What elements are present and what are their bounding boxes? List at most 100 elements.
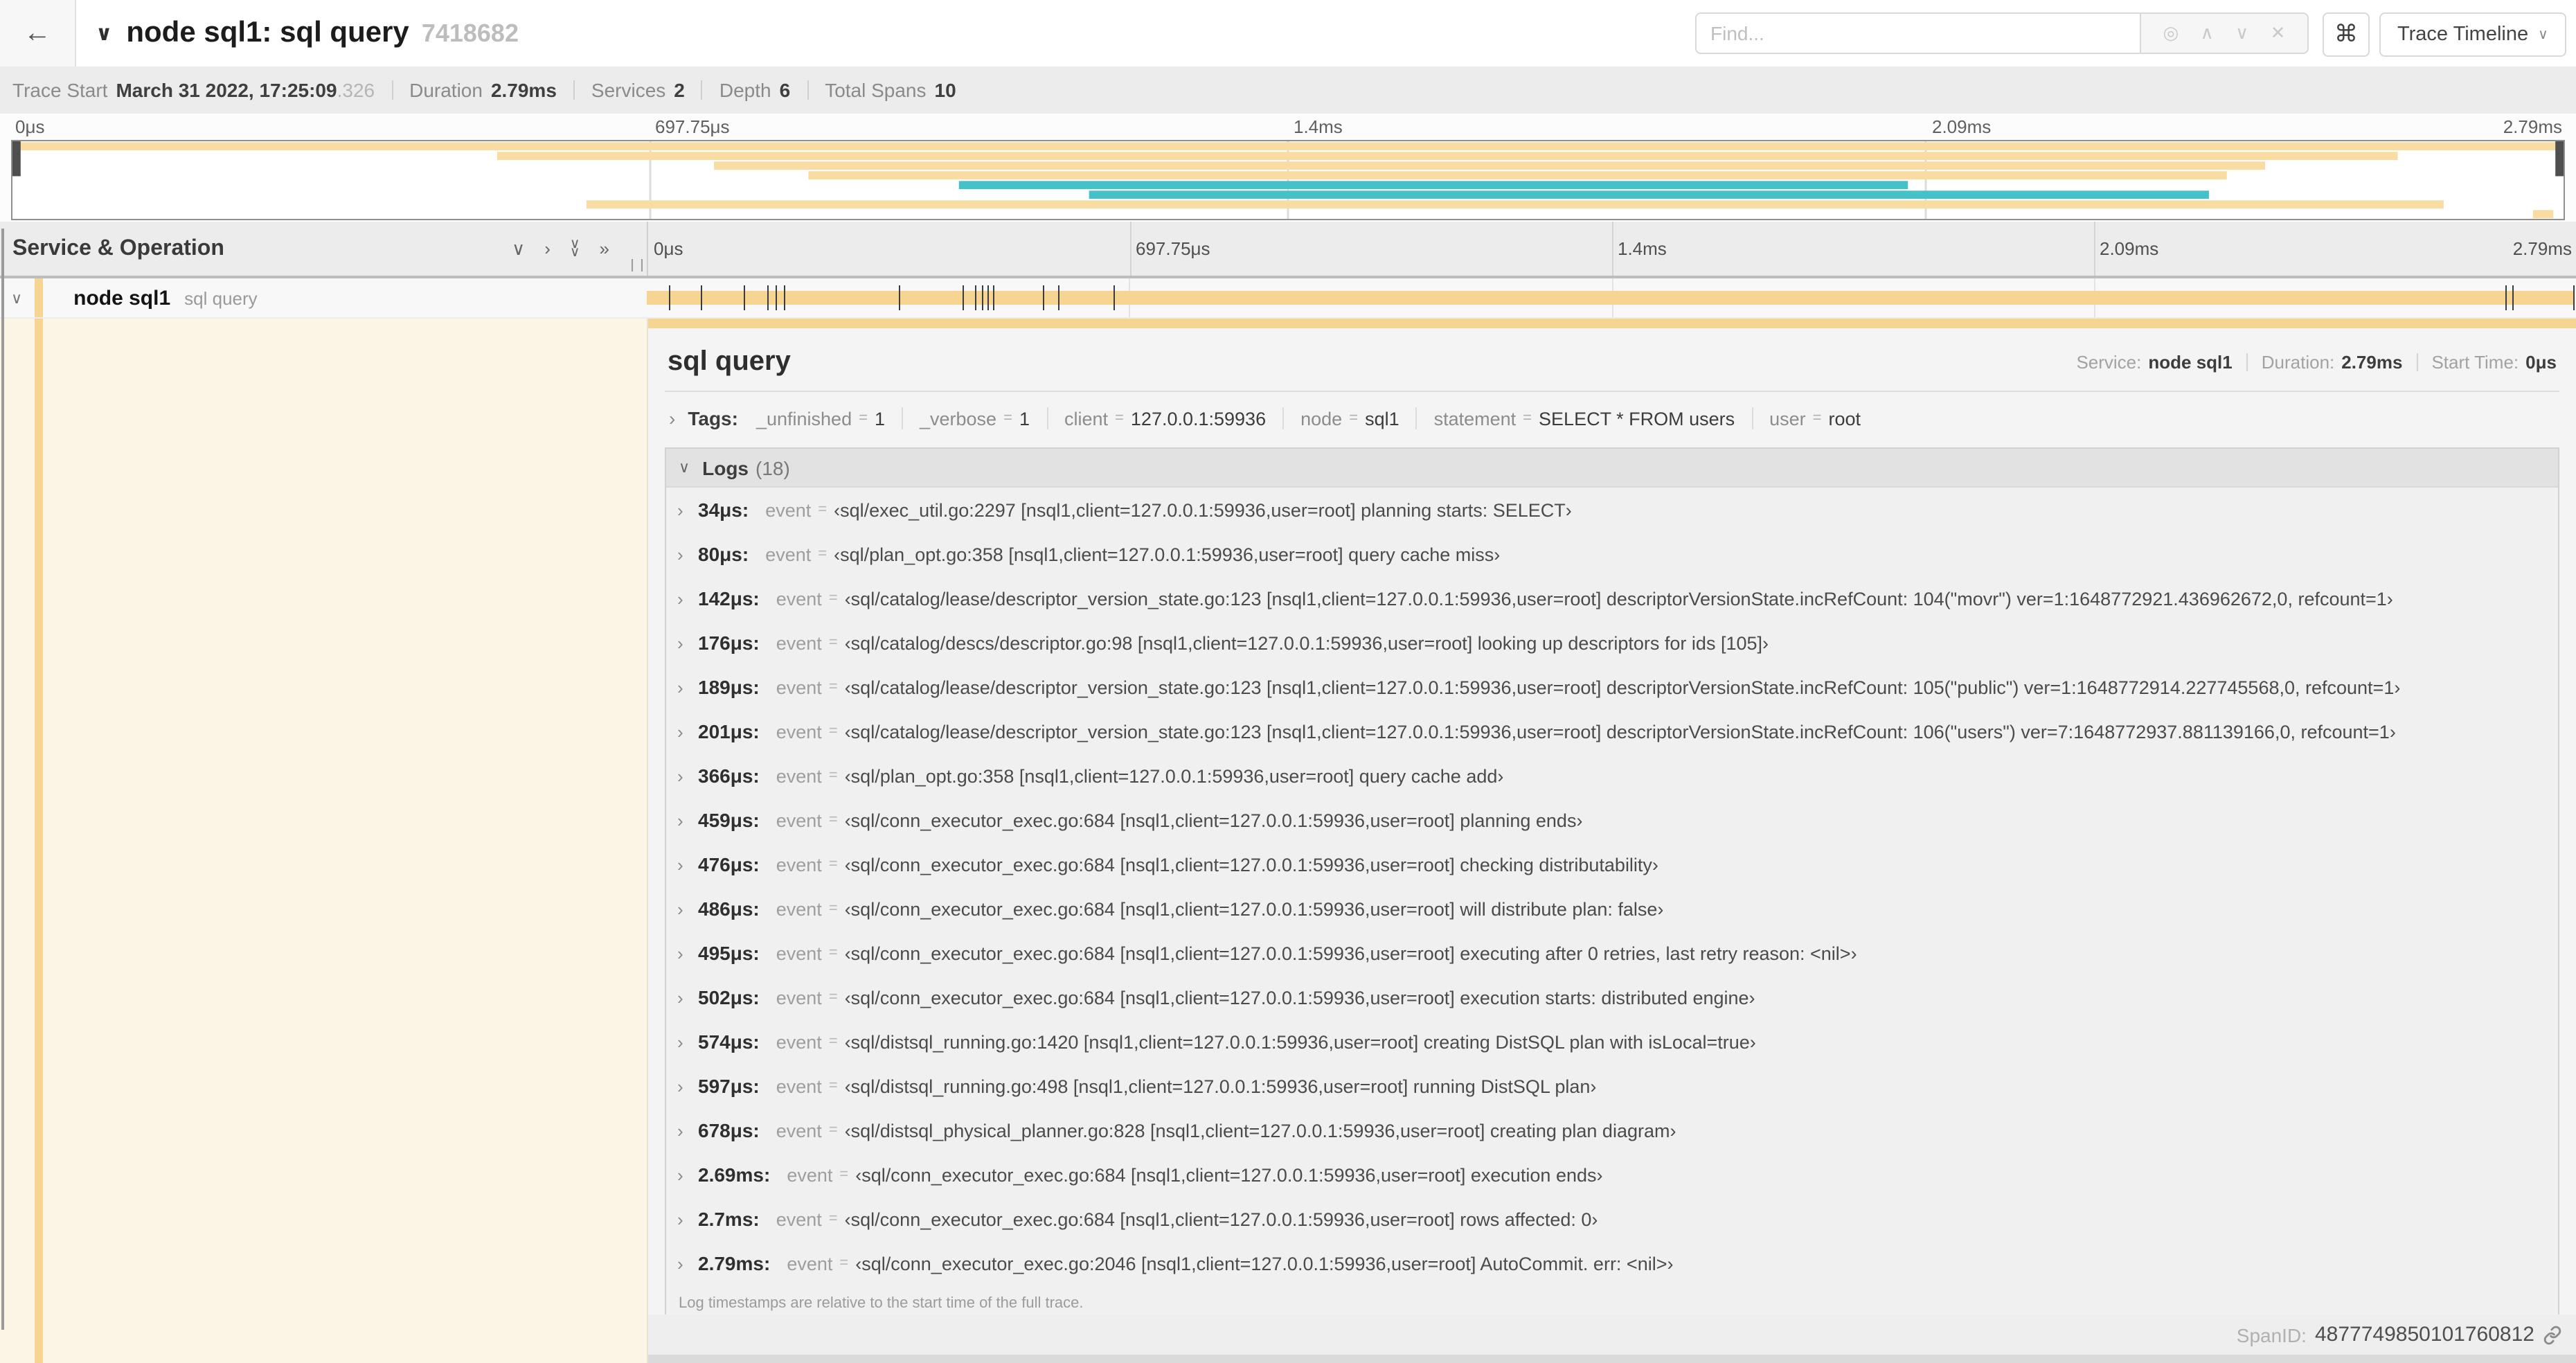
chevron-right-icon: › [677, 721, 683, 742]
span-detail-panel: sql query Service: node sql1 Duration: 2.79… [648, 328, 2576, 1315]
equals-sign: = [859, 410, 868, 427]
view-select-button[interactable]: Trace Timeline ∨ [2379, 12, 2566, 57]
log-row[interactable]: › 486μs: event = ‹sql/conn_executor_exec.go:… [666, 887, 2558, 931]
log-field-value: ‹sql/conn_executor_exec.go:684 [nsql1,cl… [844, 943, 1857, 963]
expand-one-icon[interactable]: › [544, 240, 551, 258]
log-marker-tick [898, 285, 900, 310]
minimap-span [714, 161, 2265, 170]
log-rows: › 34μs: event = ‹sql/exec_util.go:2297 [nsql… [666, 488, 2558, 1285]
divider [573, 80, 575, 100]
span-row: ∨ node sql1 sql query [0, 278, 2576, 319]
log-field-key: event [776, 1209, 822, 1229]
find-bar: ◎ ∧ ∨ ✕ [1695, 12, 2309, 54]
log-row[interactable]: › 142μs: event = ‹sql/catalog/lease/descript… [666, 576, 2558, 621]
left-pane-scrollbar[interactable] [1, 229, 3, 1330]
logs-header[interactable]: ∨ Logs (18) [666, 449, 2558, 488]
minimap-drag-handle[interactable] [12, 141, 21, 177]
log-row[interactable]: › 176μs: event = ‹sql/catalog/descs/descript… [666, 621, 2558, 665]
minimap-span [808, 171, 2227, 180]
log-row[interactable]: › 574μs: event = ‹sql/distsql_running.go:142… [666, 1019, 2558, 1064]
minimap-span [1089, 190, 2209, 199]
clear-find-icon[interactable]: ✕ [2271, 22, 2286, 44]
trace-info-value: 10 [934, 79, 956, 101]
log-row[interactable]: › 476μs: event = ‹sql/conn_executor_exec.go:… [666, 842, 2558, 887]
back-button[interactable]: ← [0, 0, 76, 66]
minimap-drag-handle[interactable] [2555, 141, 2564, 177]
chevron-right-icon: › [677, 588, 683, 609]
log-field-value: ‹sql/conn_executor_exec.go:684 [nsql1,cl… [855, 1164, 1603, 1185]
find-input[interactable] [1695, 12, 2141, 54]
span-bar-cell[interactable] [647, 278, 2576, 317]
focus-match-icon[interactable]: ◎ [2163, 22, 2179, 44]
log-row[interactable]: › 201μs: event = ‹sql/catalog/lease/descript… [666, 709, 2558, 754]
axis-tick-label: 1.4ms [1294, 116, 1343, 137]
log-timestamp: 2.7ms: [698, 1208, 760, 1230]
chevron-right-icon: › [677, 810, 683, 830]
column-resizer-handle[interactable] [632, 259, 643, 271]
span-duration-bar[interactable] [647, 291, 2575, 305]
tag-value: root [1828, 408, 1861, 429]
log-row[interactable]: › 597μs: event = ‹sql/distsql_running.go:498… [666, 1064, 2558, 1108]
view-select-label: Trace Timeline [2397, 24, 2529, 46]
log-row[interactable]: › 80μs: event = ‹sql/plan_opt.go:358 [nsql1,… [666, 532, 2558, 576]
log-row[interactable]: › 495μs: event = ‹sql/conn_executor_exec.go:… [666, 931, 2558, 975]
log-row[interactable]: › 678μs: event = ‹sql/distsql_physical_plann… [666, 1108, 2558, 1152]
equals-sign: = [828, 767, 838, 784]
log-row[interactable]: › 2.7ms: event = ‹sql/conn_executor_exec.go:… [666, 1197, 2558, 1241]
log-field-value: ‹sql/conn_executor_exec.go:2046 [nsql1,c… [855, 1253, 1674, 1274]
log-field-key: event [776, 1076, 822, 1096]
log-field-key: event [776, 1031, 822, 1052]
log-field-value: ‹sql/catalog/lease/descriptor_version_st… [844, 677, 2401, 697]
log-field-key: event [776, 898, 822, 919]
log-row[interactable]: › 2.69ms: event = ‹sql/conn_executor_exec.go… [666, 1152, 2558, 1197]
log-marker-tick [2512, 285, 2514, 310]
log-row[interactable]: › 34μs: event = ‹sql/exec_util.go:2297 [nsql… [666, 488, 2558, 532]
tag-item: node = sql1 [1300, 408, 1399, 429]
log-row[interactable]: › 2.79ms: event = ‹sql/conn_executor_exec.go… [666, 1241, 2558, 1285]
chevron-right-icon: › [677, 677, 683, 697]
log-marker-tick [767, 285, 769, 310]
log-row[interactable]: › 502μs: event = ‹sql/conn_executor_exec.go:… [666, 975, 2558, 1019]
minimap-span [12, 142, 2564, 151]
timeline-axis: 0μs 697.75μs 1.4ms 2.09ms 2.79ms [647, 222, 2576, 276]
log-timestamp: 366μs: [698, 765, 760, 787]
equals-sign: = [828, 812, 838, 828]
minimap-axis: 0μs 697.75μs 1.4ms 2.09ms 2.79ms [11, 114, 2565, 140]
collapse-all-icon[interactable]: ∨ ∨ [570, 237, 580, 259]
expand-all-icon[interactable]: » [600, 240, 609, 258]
keyboard-shortcuts-button[interactable]: ⌘ [2323, 12, 2370, 57]
tags-row[interactable]: › Tags: _unfinished = 1 _verbose = 1 client = 12… [665, 392, 2559, 445]
log-timestamp: 201μs: [698, 720, 760, 742]
log-marker-tick [992, 285, 994, 310]
service-operation-header: Service & Operation ∨ › ∨ ∨ » [0, 222, 647, 276]
log-field-key: event [776, 677, 822, 697]
span-collapse-icon[interactable]: ∨ [11, 289, 22, 307]
log-timestamp: 2.69ms: [698, 1164, 771, 1186]
meta-label: Start Time: [2431, 352, 2519, 373]
prev-match-icon[interactable]: ∧ [2201, 22, 2214, 44]
divider [2416, 353, 2418, 371]
span-name-cell[interactable]: ∨ node sql1 sql query [0, 278, 647, 317]
logs-note: Log timestamps are relative to the start… [679, 1295, 1084, 1312]
log-field-value: ‹sql/catalog/lease/descriptor_version_st… [844, 588, 2393, 609]
collapse-one-icon[interactable]: ∨ [512, 240, 525, 258]
log-field-key: event [776, 854, 822, 875]
tag-key: _verbose [920, 408, 997, 429]
next-match-icon[interactable]: ∨ [2235, 22, 2248, 44]
link-icon[interactable] [2543, 1325, 2562, 1344]
log-field-value: ‹sql/conn_executor_exec.go:684 [nsql1,cl… [844, 1209, 1598, 1229]
log-field-value: ‹sql/conn_executor_exec.go:684 [nsql1,cl… [844, 898, 1664, 919]
equals-sign: = [1115, 410, 1124, 427]
gridline [1130, 222, 1132, 276]
log-row[interactable]: › 189μs: event = ‹sql/catalog/lease/descript… [666, 665, 2558, 709]
minimap-canvas[interactable] [11, 140, 2565, 220]
logs-count: (18) [755, 456, 790, 479]
log-row[interactable]: › 459μs: event = ‹sql/conn_executor_exec.go:… [666, 798, 2558, 842]
trace-info-label: Depth [719, 79, 771, 101]
trace-collapse-icon[interactable]: ∨ [96, 21, 112, 46]
log-field-value: ‹sql/distsql_running.go:498 [nsql1,clien… [844, 1076, 1597, 1096]
log-row[interactable]: › 366μs: event = ‹sql/plan_opt.go:358 [nsql1… [666, 754, 2558, 798]
meta-value: node sql1 [2148, 352, 2233, 373]
axis-tick-label: 2.79ms [2512, 238, 2572, 259]
log-field-value: ‹sql/conn_executor_exec.go:684 [nsql1,cl… [844, 810, 1583, 830]
